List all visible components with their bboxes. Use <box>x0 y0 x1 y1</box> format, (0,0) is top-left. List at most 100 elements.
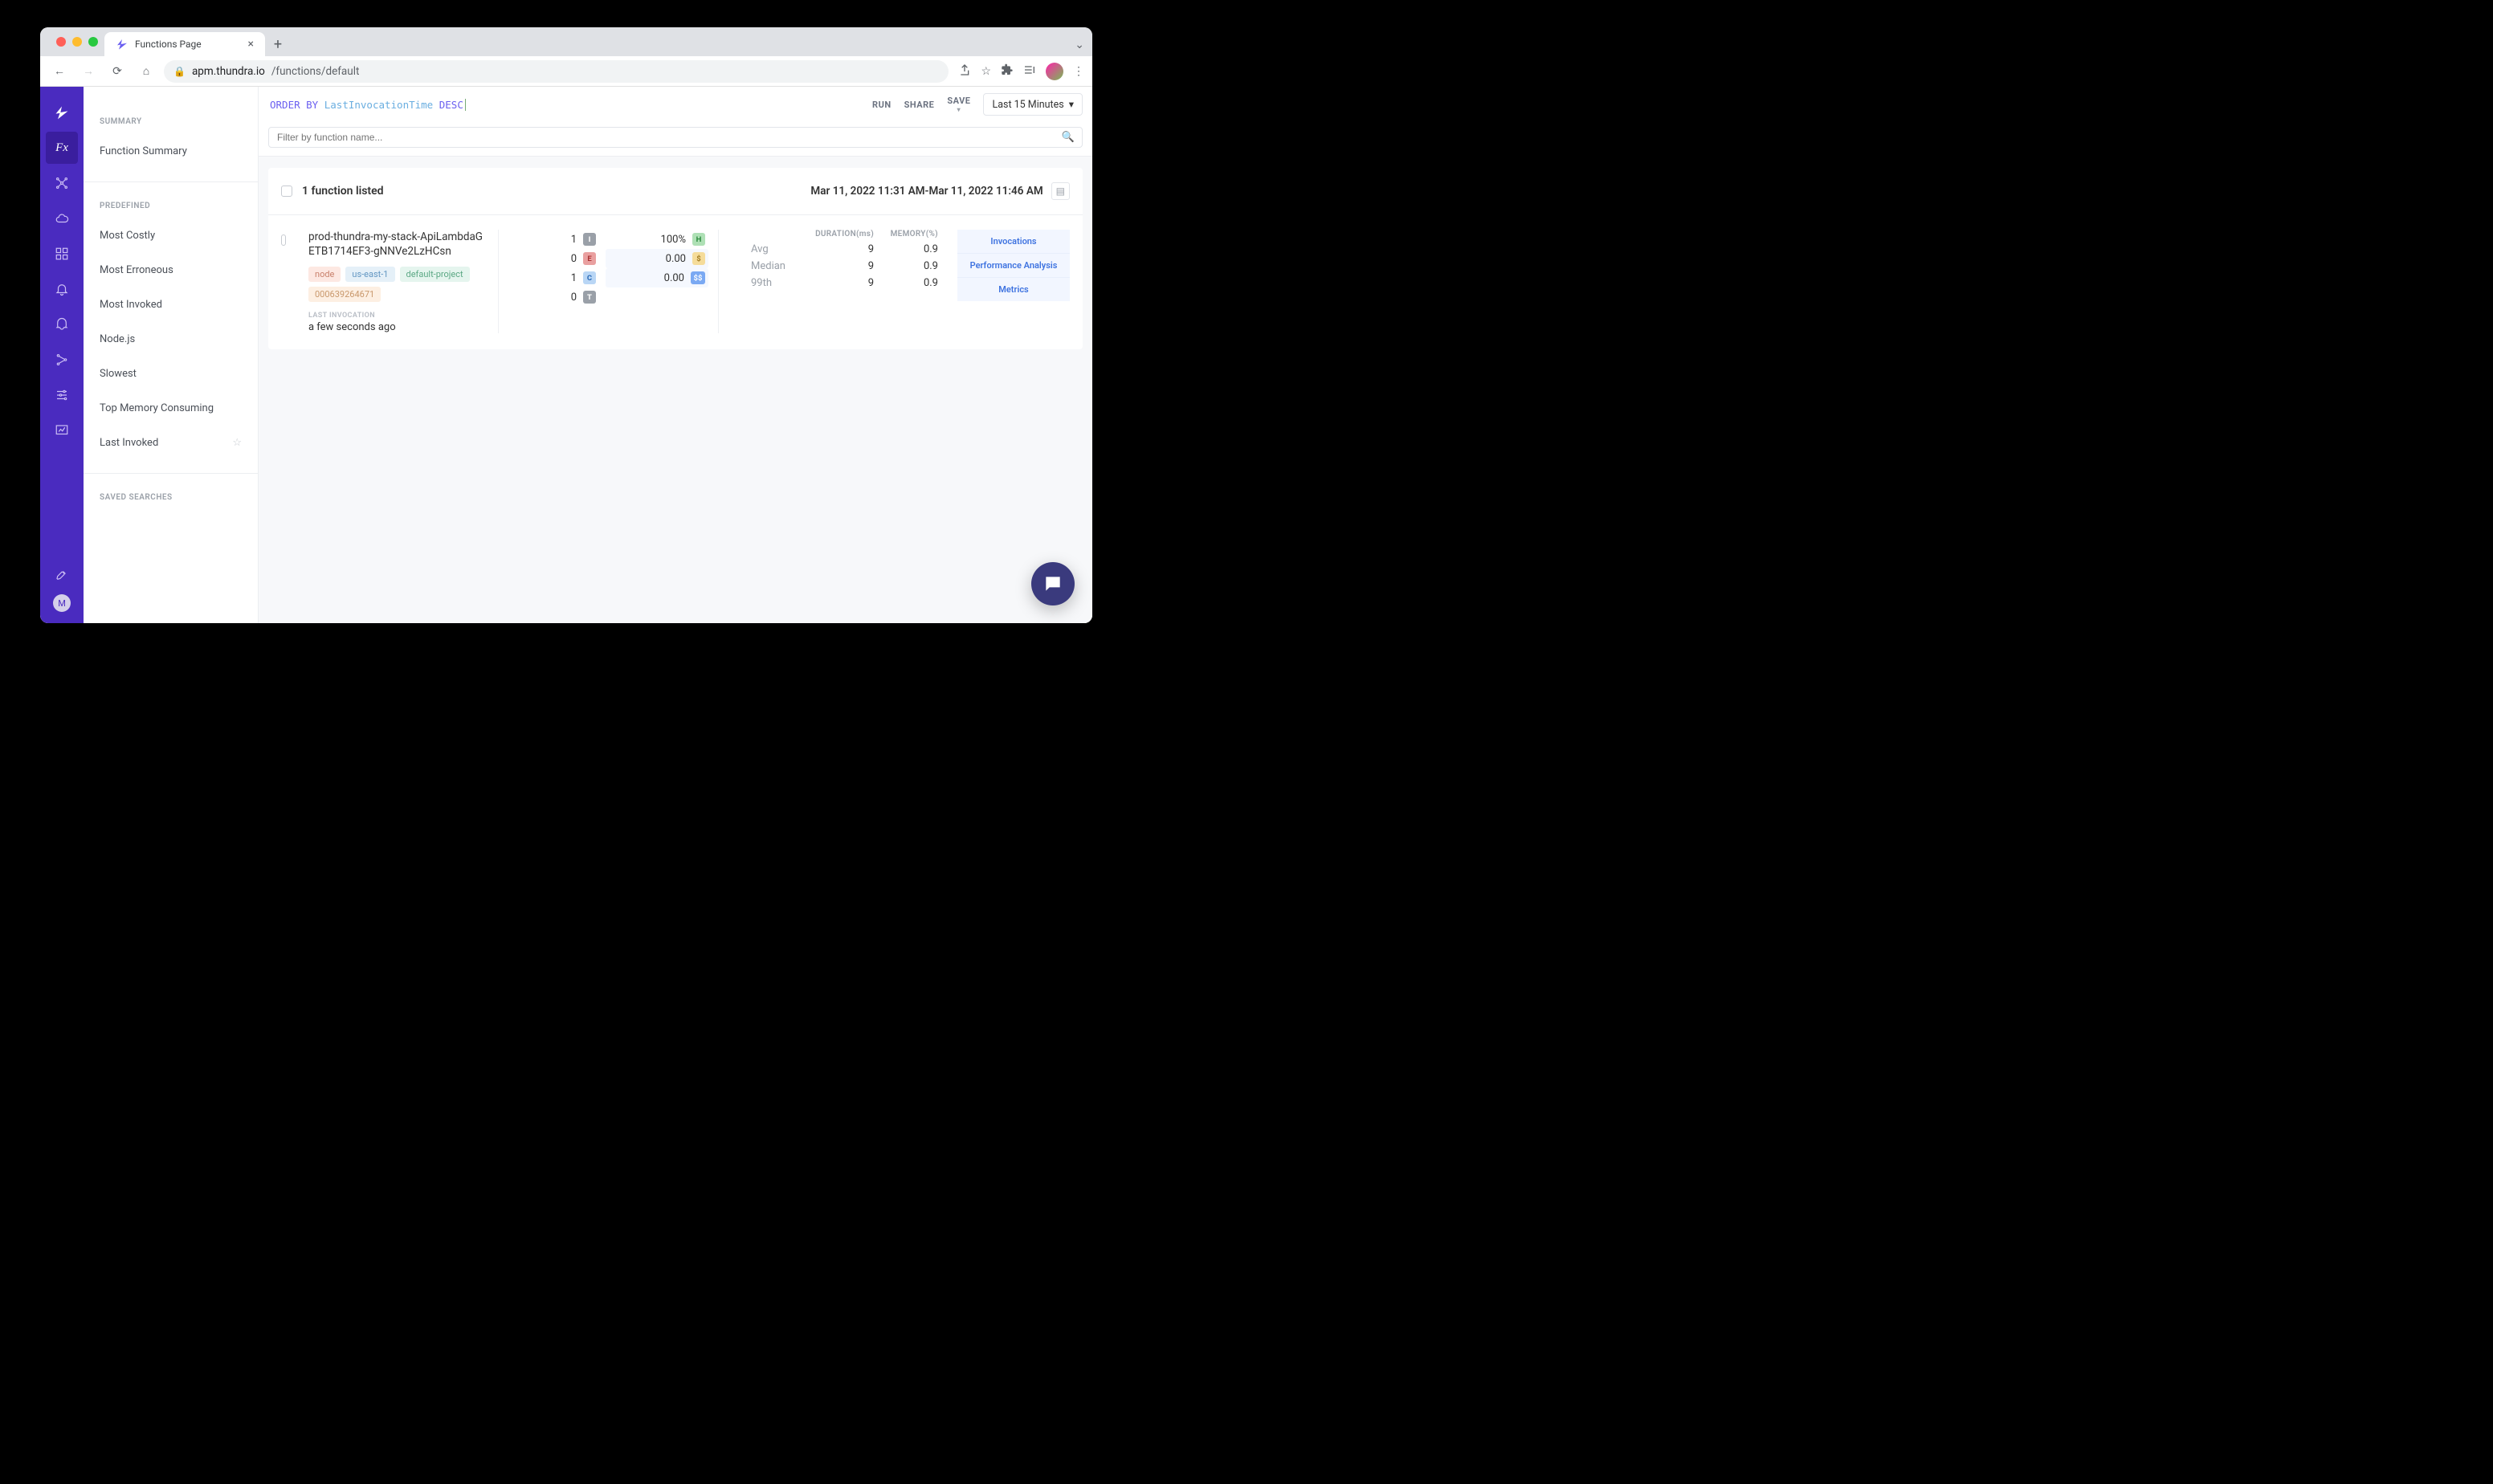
rail-logo-icon[interactable] <box>46 96 78 128</box>
health-column: 100%H 0.00$ 0.00$$ <box>609 230 705 333</box>
sidebar-item-label: Last Invoked <box>100 437 158 449</box>
tag-runtime[interactable]: node <box>308 267 341 282</box>
extensions-icon[interactable] <box>1001 63 1014 80</box>
query-editor[interactable]: ORDER BY LastInvocationTime DESC <box>268 96 863 114</box>
function-tags: node us-east-1 default-project 000639264… <box>308 267 485 302</box>
metrics-link[interactable]: Metrics <box>957 277 1070 301</box>
tabs-overflow-icon[interactable]: ⌄ <box>1075 32 1084 51</box>
share-button[interactable]: SHARE <box>904 100 935 110</box>
rail-settings-icon[interactable] <box>46 379 78 411</box>
list-time-range: Mar 11, 2022 11:31 AM-Mar 11, 2022 11:46… <box>810 185 1042 198</box>
sidebar-item-most-erroneous[interactable]: Most Erroneous <box>84 253 258 287</box>
single-cost: 0.00 <box>666 253 686 265</box>
select-all-checkbox[interactable] <box>281 186 292 197</box>
tab-close-icon[interactable]: × <box>248 38 254 51</box>
last-invocation-value: a few seconds ago <box>308 321 485 333</box>
share-icon[interactable] <box>958 63 971 80</box>
badge-coldstart-icon: C <box>583 271 596 284</box>
tag-region[interactable]: us-east-1 <box>345 267 394 282</box>
query-keyword: DESC <box>439 99 463 111</box>
rail-cloud-icon[interactable] <box>46 202 78 234</box>
list-header: 1 function listed Mar 11, 2022 11:31 AM-… <box>268 168 1083 215</box>
filter-input[interactable] <box>268 127 1083 148</box>
performance-link[interactable]: Performance Analysis <box>957 253 1070 277</box>
chevron-down-icon: ▾ <box>957 107 961 113</box>
browser-toolbar: ← → ⟳ ⌂ 🔒 apm.thundra.io/functions/defau… <box>40 56 1092 87</box>
vertical-divider <box>498 230 499 333</box>
rail-rocket-icon[interactable] <box>46 559 78 591</box>
columns-icon[interactable]: ▤ <box>1051 182 1070 200</box>
sidebar-item-slowest[interactable]: Slowest <box>84 357 258 391</box>
function-name[interactable]: prod-thundra-my-stack-ApiLambdaGETB1714E… <box>308 230 485 259</box>
rail-traces-icon[interactable] <box>46 344 78 376</box>
nav-forward-button: → <box>77 60 100 83</box>
intercom-launcher-icon[interactable] <box>1031 562 1075 605</box>
new-tab-button[interactable]: + <box>265 32 291 56</box>
browser-tab[interactable]: Functions Page × <box>104 32 265 56</box>
sidebar-item-top-memory[interactable]: Top Memory Consuming <box>84 391 258 426</box>
badge-invocations-icon: I <box>583 233 596 246</box>
profile-avatar-icon[interactable] <box>1046 63 1063 80</box>
nav-reload-button[interactable]: ⟳ <box>106 60 129 83</box>
stats-row-label: Median <box>751 260 810 272</box>
nav-home-button[interactable]: ⌂ <box>135 60 157 83</box>
stats-median-memory: 0.9 <box>874 260 938 272</box>
rail-analysis-icon[interactable] <box>46 414 78 446</box>
lock-icon: 🔒 <box>173 66 186 77</box>
sidebar-item-function-summary[interactable]: Function Summary <box>84 134 258 169</box>
app-body: Fx <box>40 87 1092 623</box>
sidebar-item-last-invoked[interactable]: Last Invoked ☆ <box>84 426 258 460</box>
vertical-divider <box>718 230 719 333</box>
stats-99th-memory: 0.9 <box>874 277 938 289</box>
rail-bell-icon[interactable] <box>46 308 78 340</box>
query-keyword: ORDER BY <box>270 99 318 111</box>
tab-title: Functions Page <box>135 39 202 50</box>
invocations-link[interactable]: Invocations <box>957 230 1070 253</box>
run-button[interactable]: RUN <box>872 100 892 110</box>
main-content: ORDER BY LastInvocationTime DESC RUN SHA… <box>259 87 1092 623</box>
search-icon[interactable]: 🔍 <box>1062 132 1075 144</box>
reading-list-icon[interactable] <box>1023 63 1036 80</box>
url-field[interactable]: 🔒 apm.thundra.io/functions/default <box>164 60 949 83</box>
sidebar-item-most-costly[interactable]: Most Costly <box>84 218 258 253</box>
query-field: LastInvocationTime <box>324 99 433 111</box>
favorite-star-icon[interactable]: ☆ <box>232 437 242 449</box>
kebab-menu-icon[interactable]: ⋮ <box>1073 65 1084 78</box>
stats-header-memory: MEMORY(%) <box>874 230 938 238</box>
stats-header-duration: DURATION(ms) <box>810 230 874 238</box>
stats-column: DURATION(ms) MEMORY(%) Avg 9 0.9 Median … <box>732 230 938 333</box>
rail-functions-icon[interactable]: Fx <box>46 132 78 164</box>
tag-project[interactable]: default-project <box>400 267 470 282</box>
rail-dashboards-icon[interactable] <box>46 238 78 270</box>
sidebar-section-summary: SUMMARY <box>84 111 258 134</box>
sidebar-divider <box>84 181 258 182</box>
badge-cost-icon: $ <box>692 252 705 265</box>
sidebar-item-most-invoked[interactable]: Most Invoked <box>84 287 258 322</box>
stats-99th-duration: 9 <box>810 277 874 289</box>
badge-total-cost-icon: $$ <box>691 271 705 284</box>
window-minimize-icon[interactable] <box>72 37 82 47</box>
rail-user-avatar[interactable]: M <box>53 594 71 612</box>
bookmark-star-icon[interactable]: ☆ <box>981 65 991 78</box>
thundra-favicon-icon <box>116 38 129 51</box>
sidebar-section-saved: SAVED SEARCHES <box>84 487 258 510</box>
sidebar: SUMMARY Function Summary PREDEFINED Most… <box>84 87 259 623</box>
window-zoom-icon[interactable] <box>88 37 98 47</box>
rail-architecture-icon[interactable] <box>46 167 78 199</box>
row-actions: Invocations Performance Analysis Metrics <box>957 230 1070 333</box>
window-close-icon[interactable] <box>56 37 66 47</box>
tag-account[interactable]: 000639264671 <box>308 287 381 302</box>
time-range-label: Last 15 Minutes <box>992 99 1063 111</box>
time-range-select[interactable]: Last 15 Minutes ▾ <box>983 93 1083 116</box>
function-row: prod-thundra-my-stack-ApiLambdaGETB1714E… <box>268 215 1083 349</box>
health-pct: 100% <box>661 234 686 246</box>
rail-alerts-icon[interactable] <box>46 273 78 305</box>
sidebar-item-nodejs[interactable]: Node.js <box>84 322 258 357</box>
last-invocation-label: LAST INVOCATION <box>308 312 485 320</box>
cold-start-count: 1 <box>571 272 577 284</box>
stats-row-label: 99th <box>751 277 810 289</box>
save-button[interactable]: SAVE ▾ <box>947 96 970 113</box>
nav-back-button[interactable]: ← <box>48 60 71 83</box>
row-checkbox[interactable] <box>281 234 286 246</box>
timeout-count: 0 <box>571 292 577 304</box>
